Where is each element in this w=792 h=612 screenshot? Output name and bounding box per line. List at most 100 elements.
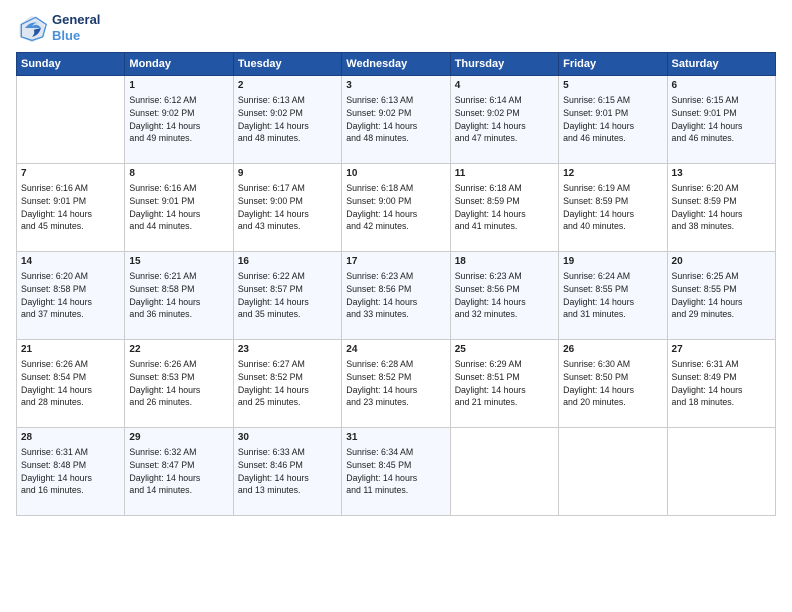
day-number: 11 [455, 167, 554, 181]
calendar-cell: 31Sunrise: 6:34 AMSunset: 8:45 PMDayligh… [342, 428, 450, 516]
cell-info: Sunrise: 6:31 AMSunset: 8:48 PMDaylight:… [21, 446, 120, 497]
day-number: 17 [346, 255, 445, 269]
cell-info: Sunrise: 6:27 AMSunset: 8:52 PMDaylight:… [238, 358, 337, 409]
calendar-cell: 15Sunrise: 6:21 AMSunset: 8:58 PMDayligh… [125, 252, 233, 340]
day-number: 16 [238, 255, 337, 269]
day-number: 20 [672, 255, 771, 269]
cell-info: Sunrise: 6:30 AMSunset: 8:50 PMDaylight:… [563, 358, 662, 409]
calendar-cell: 27Sunrise: 6:31 AMSunset: 8:49 PMDayligh… [667, 340, 775, 428]
day-number: 2 [238, 79, 337, 93]
cell-info: Sunrise: 6:32 AMSunset: 8:47 PMDaylight:… [129, 446, 228, 497]
calendar-cell: 28Sunrise: 6:31 AMSunset: 8:48 PMDayligh… [17, 428, 125, 516]
logo: General Blue [16, 12, 100, 44]
cell-info: Sunrise: 6:26 AMSunset: 8:54 PMDaylight:… [21, 358, 120, 409]
calendar-cell [559, 428, 667, 516]
day-number: 3 [346, 79, 445, 93]
cell-info: Sunrise: 6:20 AMSunset: 8:59 PMDaylight:… [672, 182, 771, 233]
calendar-cell: 16Sunrise: 6:22 AMSunset: 8:57 PMDayligh… [233, 252, 341, 340]
calendar-cell: 26Sunrise: 6:30 AMSunset: 8:50 PMDayligh… [559, 340, 667, 428]
cell-info: Sunrise: 6:15 AMSunset: 9:01 PMDaylight:… [672, 94, 771, 145]
calendar-cell: 4Sunrise: 6:14 AMSunset: 9:02 PMDaylight… [450, 76, 558, 164]
cell-info: Sunrise: 6:18 AMSunset: 8:59 PMDaylight:… [455, 182, 554, 233]
calendar-cell: 8Sunrise: 6:16 AMSunset: 9:01 PMDaylight… [125, 164, 233, 252]
day-number: 9 [238, 167, 337, 181]
week-row-1: 7Sunrise: 6:16 AMSunset: 9:01 PMDaylight… [17, 164, 776, 252]
day-number: 18 [455, 255, 554, 269]
day-number: 4 [455, 79, 554, 93]
day-number: 1 [129, 79, 228, 93]
calendar-cell: 3Sunrise: 6:13 AMSunset: 9:02 PMDaylight… [342, 76, 450, 164]
day-number: 24 [346, 343, 445, 357]
cell-info: Sunrise: 6:19 AMSunset: 8:59 PMDaylight:… [563, 182, 662, 233]
day-number: 15 [129, 255, 228, 269]
logo-text: General Blue [52, 12, 100, 43]
day-number: 26 [563, 343, 662, 357]
calendar-cell: 20Sunrise: 6:25 AMSunset: 8:55 PMDayligh… [667, 252, 775, 340]
day-number: 8 [129, 167, 228, 181]
logo-icon [16, 12, 48, 44]
cell-info: Sunrise: 6:21 AMSunset: 8:58 PMDaylight:… [129, 270, 228, 321]
cell-info: Sunrise: 6:31 AMSunset: 8:49 PMDaylight:… [672, 358, 771, 409]
cell-info: Sunrise: 6:12 AMSunset: 9:02 PMDaylight:… [129, 94, 228, 145]
cell-info: Sunrise: 6:13 AMSunset: 9:02 PMDaylight:… [346, 94, 445, 145]
calendar-cell: 22Sunrise: 6:26 AMSunset: 8:53 PMDayligh… [125, 340, 233, 428]
calendar-cell [450, 428, 558, 516]
cell-info: Sunrise: 6:16 AMSunset: 9:01 PMDaylight:… [21, 182, 120, 233]
day-number: 5 [563, 79, 662, 93]
calendar-cell: 12Sunrise: 6:19 AMSunset: 8:59 PMDayligh… [559, 164, 667, 252]
week-row-0: 1Sunrise: 6:12 AMSunset: 9:02 PMDaylight… [17, 76, 776, 164]
day-number: 28 [21, 431, 120, 445]
cell-info: Sunrise: 6:33 AMSunset: 8:46 PMDaylight:… [238, 446, 337, 497]
cell-info: Sunrise: 6:25 AMSunset: 8:55 PMDaylight:… [672, 270, 771, 321]
cell-info: Sunrise: 6:28 AMSunset: 8:52 PMDaylight:… [346, 358, 445, 409]
cell-info: Sunrise: 6:14 AMSunset: 9:02 PMDaylight:… [455, 94, 554, 145]
header-row: SundayMondayTuesdayWednesdayThursdayFrid… [17, 53, 776, 76]
calendar-cell: 24Sunrise: 6:28 AMSunset: 8:52 PMDayligh… [342, 340, 450, 428]
day-number: 14 [21, 255, 120, 269]
day-number: 27 [672, 343, 771, 357]
calendar-cell: 18Sunrise: 6:23 AMSunset: 8:56 PMDayligh… [450, 252, 558, 340]
day-number: 30 [238, 431, 337, 445]
cell-info: Sunrise: 6:20 AMSunset: 8:58 PMDaylight:… [21, 270, 120, 321]
day-number: 12 [563, 167, 662, 181]
header-thursday: Thursday [450, 53, 558, 76]
day-number: 21 [21, 343, 120, 357]
calendar-cell: 7Sunrise: 6:16 AMSunset: 9:01 PMDaylight… [17, 164, 125, 252]
day-number: 31 [346, 431, 445, 445]
day-number: 22 [129, 343, 228, 357]
header-sunday: Sunday [17, 53, 125, 76]
calendar-cell: 13Sunrise: 6:20 AMSunset: 8:59 PMDayligh… [667, 164, 775, 252]
page: General Blue SundayMondayTuesdayWednesda… [0, 0, 792, 612]
calendar-cell: 5Sunrise: 6:15 AMSunset: 9:01 PMDaylight… [559, 76, 667, 164]
calendar-cell: 10Sunrise: 6:18 AMSunset: 9:00 PMDayligh… [342, 164, 450, 252]
week-row-3: 21Sunrise: 6:26 AMSunset: 8:54 PMDayligh… [17, 340, 776, 428]
cell-info: Sunrise: 6:22 AMSunset: 8:57 PMDaylight:… [238, 270, 337, 321]
cell-info: Sunrise: 6:29 AMSunset: 8:51 PMDaylight:… [455, 358, 554, 409]
cell-info: Sunrise: 6:24 AMSunset: 8:55 PMDaylight:… [563, 270, 662, 321]
calendar-table: SundayMondayTuesdayWednesdayThursdayFrid… [16, 52, 776, 516]
calendar-cell: 23Sunrise: 6:27 AMSunset: 8:52 PMDayligh… [233, 340, 341, 428]
calendar-cell: 21Sunrise: 6:26 AMSunset: 8:54 PMDayligh… [17, 340, 125, 428]
cell-info: Sunrise: 6:17 AMSunset: 9:00 PMDaylight:… [238, 182, 337, 233]
cell-info: Sunrise: 6:16 AMSunset: 9:01 PMDaylight:… [129, 182, 228, 233]
calendar-cell: 14Sunrise: 6:20 AMSunset: 8:58 PMDayligh… [17, 252, 125, 340]
cell-info: Sunrise: 6:23 AMSunset: 8:56 PMDaylight:… [455, 270, 554, 321]
cell-info: Sunrise: 6:26 AMSunset: 8:53 PMDaylight:… [129, 358, 228, 409]
header-wednesday: Wednesday [342, 53, 450, 76]
header-tuesday: Tuesday [233, 53, 341, 76]
calendar-cell: 30Sunrise: 6:33 AMSunset: 8:46 PMDayligh… [233, 428, 341, 516]
calendar-cell: 29Sunrise: 6:32 AMSunset: 8:47 PMDayligh… [125, 428, 233, 516]
calendar-cell: 17Sunrise: 6:23 AMSunset: 8:56 PMDayligh… [342, 252, 450, 340]
day-number: 23 [238, 343, 337, 357]
day-number: 6 [672, 79, 771, 93]
day-number: 29 [129, 431, 228, 445]
calendar-cell: 19Sunrise: 6:24 AMSunset: 8:55 PMDayligh… [559, 252, 667, 340]
cell-info: Sunrise: 6:15 AMSunset: 9:01 PMDaylight:… [563, 94, 662, 145]
calendar-cell: 9Sunrise: 6:17 AMSunset: 9:00 PMDaylight… [233, 164, 341, 252]
calendar-cell: 2Sunrise: 6:13 AMSunset: 9:02 PMDaylight… [233, 76, 341, 164]
week-row-2: 14Sunrise: 6:20 AMSunset: 8:58 PMDayligh… [17, 252, 776, 340]
day-number: 25 [455, 343, 554, 357]
cell-info: Sunrise: 6:18 AMSunset: 9:00 PMDaylight:… [346, 182, 445, 233]
header-friday: Friday [559, 53, 667, 76]
calendar-cell: 1Sunrise: 6:12 AMSunset: 9:02 PMDaylight… [125, 76, 233, 164]
